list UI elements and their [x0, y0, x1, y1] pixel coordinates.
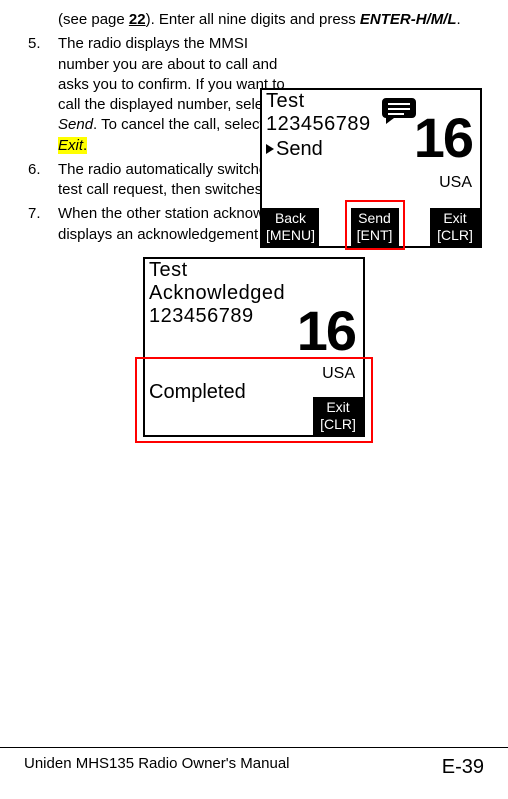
exit-highlight: Exit.: [58, 137, 87, 154]
page-footer: Uniden MHS135 Radio Owner's Manual E-39: [0, 747, 508, 781]
screen2-outer: Test Acknowledged 123456789 16 USA Compl…: [143, 257, 365, 437]
send-softkey[interactable]: Send [ENT]: [351, 208, 399, 246]
softkey-label: Exit: [434, 210, 476, 227]
region-label: USA: [439, 172, 472, 194]
cursor-icon: [266, 144, 274, 154]
channel-number: 16: [297, 303, 355, 359]
softkey-key: [CLR]: [434, 227, 476, 244]
screen1-wrap: Test 123456789 Send 16 USA Back [MENU]: [260, 88, 482, 248]
exit-softkey[interactable]: Exit [CLR]: [430, 208, 480, 246]
softkey-key: [CLR]: [317, 416, 359, 433]
step-number: 5.: [28, 34, 41, 54]
text: .: [83, 137, 87, 154]
send-label: Send: [276, 138, 323, 160]
screen-top: Test 123456789 Send 16 USA: [262, 90, 480, 208]
radio-screen-ack: Test Acknowledged 123456789 16 USA Compl…: [143, 257, 365, 437]
step-number: 6.: [28, 160, 41, 180]
softkey-key: [MENU]: [266, 227, 315, 244]
exit-word: Exit: [58, 137, 83, 154]
text: The radio displays the MMSI number you a…: [58, 35, 285, 113]
text: .: [457, 11, 461, 28]
text: . To cancel the call, select: [93, 116, 264, 133]
channel-number: 16: [414, 110, 472, 166]
radio-screen-send: Test 123456789 Send 16 USA Back [MENU]: [260, 88, 482, 248]
enter-key-label: ENTER-H/M/L: [360, 11, 457, 28]
back-softkey[interactable]: Back [MENU]: [262, 208, 319, 246]
screen-line: Test: [145, 259, 363, 282]
region-label: USA: [322, 363, 355, 385]
page-number: E-39: [442, 754, 484, 781]
softkey-label: Back: [266, 210, 315, 227]
speech-bubble-icon: [380, 96, 418, 126]
softkey-label: Exit: [317, 399, 359, 416]
text: ). Enter all nine digits and press: [146, 11, 360, 28]
softkey-label: Send: [355, 210, 395, 227]
softkey-row: Back [MENU] Send [ENT] Exit [CLR]: [262, 204, 480, 246]
page-ref: 22: [129, 11, 146, 28]
softkey-row: Exit [CLR]: [313, 397, 363, 435]
completed-label: Completed: [149, 379, 246, 406]
send-word: Send: [58, 116, 93, 133]
screen2-wrap: Test Acknowledged 123456789 16 USA Compl…: [24, 249, 484, 437]
text: (see page: [58, 11, 129, 28]
footer-title: Uniden MHS135 Radio Owner's Manual: [24, 754, 290, 781]
step-number: 7.: [28, 204, 41, 224]
softkey-key: [ENT]: [355, 227, 395, 244]
orphan-paragraph: (see page 22). Enter all nine digits and…: [24, 10, 484, 30]
exit-softkey[interactable]: Exit [CLR]: [313, 397, 363, 435]
step-5-text: The radio displays the MMSI number you a…: [58, 34, 293, 156]
